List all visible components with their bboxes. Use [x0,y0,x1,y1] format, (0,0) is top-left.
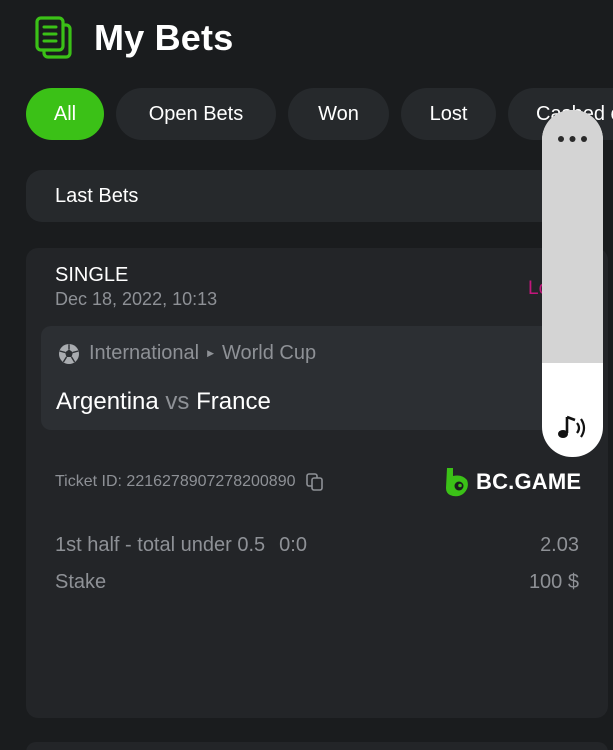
event-league: International ▶ World Cup [89,342,316,365]
more-horizontal-icon[interactable] [556,134,589,144]
ticket-label: Ticket ID: [55,473,122,490]
bet-score: 0:0 [279,534,307,556]
event-tournament: World Cup [222,342,317,364]
stake-label: Stake [55,571,107,593]
next-bet-card[interactable] [26,742,608,750]
chevron-right-icon: ▶ [207,348,214,358]
last-bets-label: Last Bets [55,184,139,207]
tab-lost[interactable]: Lost [401,88,496,140]
bet-card[interactable]: SINGLE Dec 18, 2022, 10:13 Lost Internat… [26,248,608,718]
bets-list-icon [35,16,72,59]
stake-value: 100 $ [528,571,579,593]
bet-market: 1st half - total under 0.5 [55,534,266,556]
tab-all[interactable]: All [26,88,104,140]
brand-logo: BC.GAME [444,466,581,498]
tab-won[interactable]: Won [288,88,389,140]
bet-type: SINGLE [55,264,129,286]
bc-game-logo-icon [446,468,468,497]
event-box[interactable]: International ▶ World Cup Argentina vs F… [41,326,601,430]
page-header: My Bets [34,14,233,62]
home-team: Argentina [56,388,159,415]
soccer-ball-icon [59,344,79,364]
brand-name: BC.GAME [476,469,582,494]
away-team: France [196,388,271,415]
page-title: My Bets [94,17,234,58]
event-teams: Argentina vs France [56,388,271,416]
ticket-id: 2216278907278200890 [126,473,296,490]
copy-icon[interactable] [305,472,325,492]
bet-filter-tabs: All Open Bets Won Lost Cashed out [26,88,613,142]
volume-overlay[interactable] [542,110,603,457]
bet-selection-row: 1st half - total under 0.5 0:0 2.03 [55,534,579,557]
sound-icon[interactable] [556,413,590,443]
tab-open-bets[interactable]: Open Bets [116,88,276,140]
bet-date: Dec 18, 2022, 10:13 [55,289,218,309]
bet-market-group: 1st half - total under 0.5 0:0 [55,534,307,557]
stake-row: Stake 100 $ [55,571,579,594]
bet-odds: 2.03 [540,534,579,556]
volume-slider-track[interactable] [542,110,603,363]
versus-label: vs [165,388,190,415]
event-category: International [89,342,200,364]
last-bets-selector[interactable]: Last Bets [26,170,596,222]
ticket-info: Ticket ID: 2216278907278200890 [55,472,325,492]
